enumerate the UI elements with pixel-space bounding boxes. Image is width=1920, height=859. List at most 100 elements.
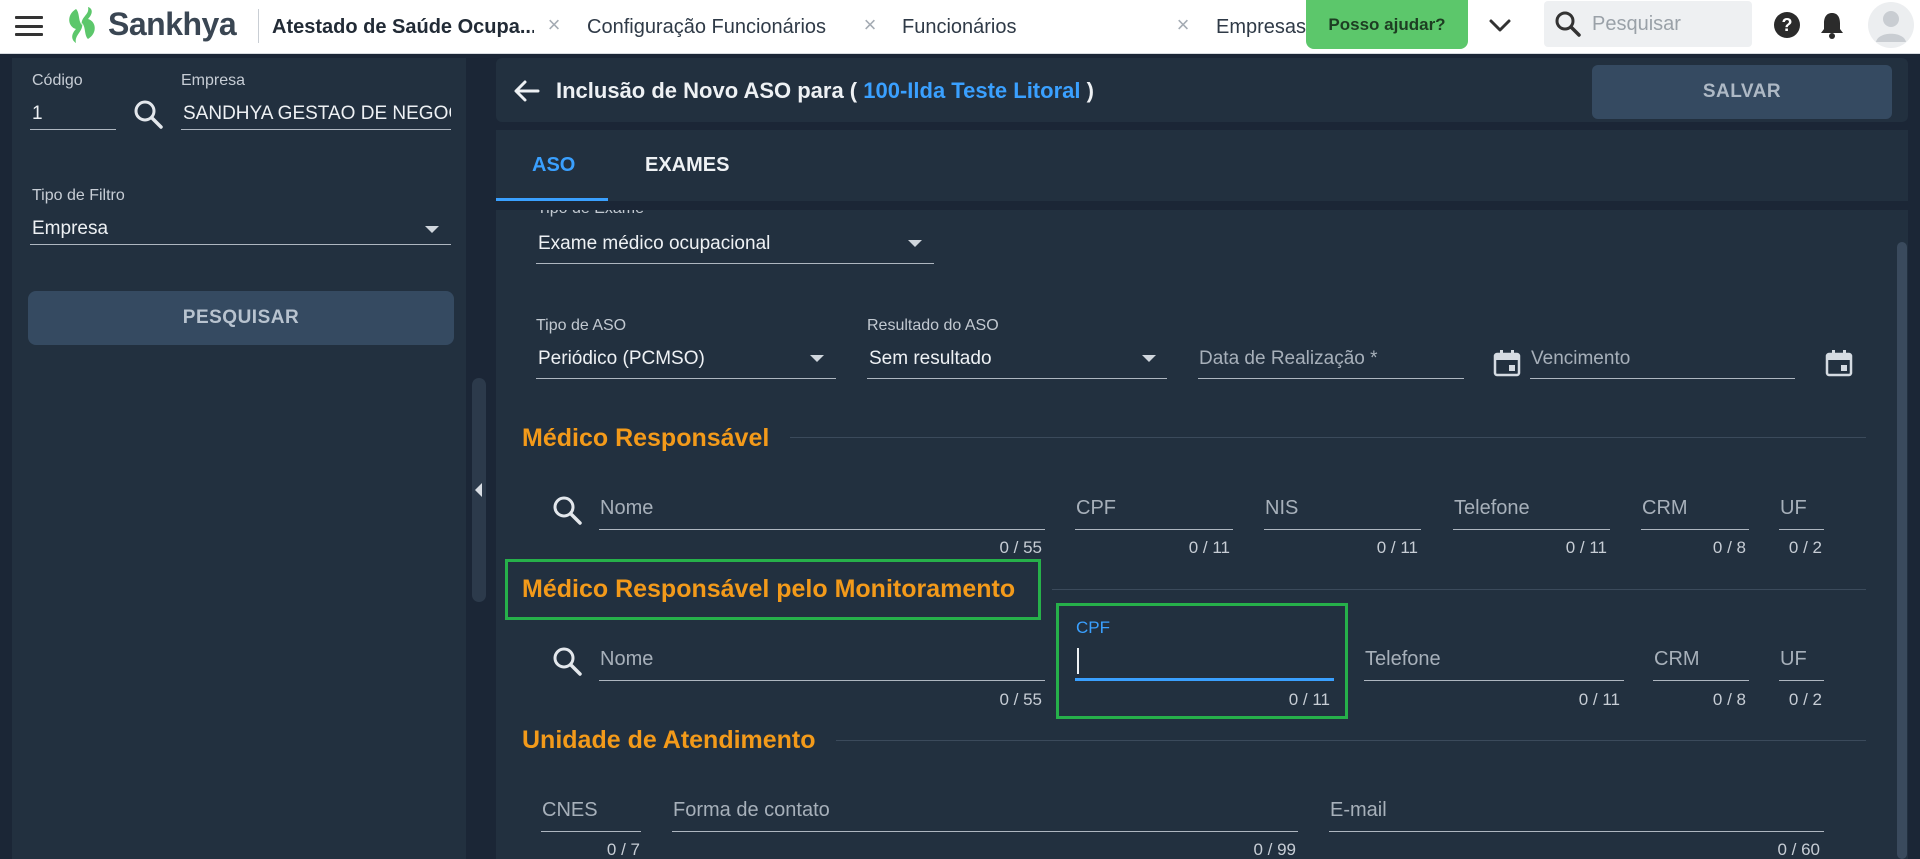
- cnes-counter: 0 / 7: [606, 840, 640, 859]
- salvar-button[interactable]: SALVAR: [1592, 65, 1892, 119]
- dropdown-arrow-icon[interactable]: [810, 355, 824, 362]
- filter-panel: Código 1 Empresa SANDHYA GESTAO DE NEGOC…: [12, 58, 466, 859]
- brand-name: Sankhya: [108, 6, 237, 42]
- monitoramento-uf-counter: 0 / 2: [1788, 690, 1822, 709]
- forma-contato-underline: [672, 831, 1298, 832]
- monitoramento-telefone-input[interactable]: Telefone: [1365, 648, 1441, 671]
- active-tab-indicator: [496, 198, 608, 201]
- user-avatar-icon[interactable]: [1868, 2, 1914, 48]
- search-icon[interactable]: [132, 98, 164, 130]
- medico-uf-input[interactable]: UF: [1780, 497, 1807, 520]
- tab-exames[interactable]: EXAMES: [645, 130, 729, 201]
- email-counter: 0 / 60: [1777, 840, 1820, 859]
- tipo-aso-label: Tipo de ASO: [536, 317, 627, 334]
- search-icon: [1555, 11, 1581, 37]
- monitoramento-crm-counter: 0 / 8: [1712, 690, 1746, 709]
- back-arrow-icon[interactable]: [512, 76, 542, 106]
- medico-nome-counter: 0 / 55: [999, 538, 1042, 557]
- medico-nis-underline: [1264, 529, 1421, 530]
- close-tab-icon[interactable]: ×: [543, 14, 565, 36]
- codigo-input[interactable]: 1: [30, 103, 116, 130]
- monitoramento-uf-input[interactable]: UF: [1780, 648, 1807, 671]
- empresa-input[interactable]: SANDHYA GESTAO DE NEGOC: [181, 103, 451, 130]
- cnes-underline: [541, 831, 641, 832]
- medico-cpf-input[interactable]: CPF: [1076, 497, 1116, 520]
- medico-crm-input[interactable]: CRM: [1642, 497, 1688, 520]
- section-divider: [836, 740, 1866, 741]
- resultado-aso-underline: [867, 378, 1167, 379]
- aso-form: [496, 210, 1908, 859]
- tipo-filtro-label: Tipo de Filtro: [32, 187, 125, 204]
- pesquisar-button[interactable]: PESQUISAR: [28, 291, 454, 345]
- medico-cpf-underline: [1075, 529, 1233, 530]
- text-cursor: [1077, 648, 1079, 674]
- data-realizacao-underline: [1198, 378, 1464, 379]
- dropdown-arrow-icon[interactable]: [1142, 355, 1156, 362]
- help-icon[interactable]: ?: [1772, 10, 1802, 40]
- tab-atestado[interactable]: Atestado de Saúde Ocupa...: [272, 0, 534, 54]
- medico-uf-counter: 0 / 2: [1788, 538, 1822, 557]
- monitoramento-cpf-counter: 0 / 11: [1288, 690, 1330, 709]
- forma-contato-input[interactable]: Forma de contato: [673, 799, 830, 822]
- tipo-filtro-select[interactable]: Empresa: [30, 218, 451, 245]
- data-realizacao-input[interactable]: Data de Realização *: [1199, 348, 1378, 370]
- tipo-exame-label-clip: Tipo de Exame: [537, 210, 937, 224]
- resultado-aso-select[interactable]: Sem resultado: [869, 348, 992, 370]
- section-divider: [1052, 589, 1866, 590]
- tipo-exame-label: Tipo de Exame: [537, 210, 644, 218]
- monitoramento-nome-underline: [599, 680, 1045, 681]
- close-tab-icon[interactable]: ×: [1172, 14, 1194, 36]
- title-prefix: Inclusão de Novo ASO para (: [556, 78, 858, 103]
- help-button[interactable]: Posso ajudar?: [1306, 0, 1468, 49]
- vencimento-underline: [1530, 378, 1795, 379]
- monitoramento-cpf-input[interactable]: [1075, 678, 1334, 681]
- monitoramento-telefone-underline: [1364, 680, 1624, 681]
- chevron-down-icon[interactable]: [1486, 12, 1514, 40]
- forma-contato-counter: 0 / 99: [1253, 840, 1296, 859]
- tipo-exame-underline: [536, 263, 934, 264]
- dropdown-arrow-icon[interactable]: [425, 226, 439, 233]
- medico-nis-counter: 0 / 11: [1376, 538, 1418, 557]
- search-icon[interactable]: [551, 645, 583, 677]
- tab-aso[interactable]: ASO: [532, 130, 575, 201]
- dropdown-arrow-icon[interactable]: [908, 240, 922, 247]
- tab-configuracao-funcionarios[interactable]: Configuração Funcionários: [587, 0, 847, 54]
- top-bar: Sankhya Atestado de Saúde Ocupa... × Con…: [0, 0, 1920, 54]
- tipo-aso-select[interactable]: Periódico (PCMSO): [538, 348, 705, 370]
- global-search[interactable]: [1544, 1, 1752, 47]
- section-unidade-atendimento: Unidade de Atendimento: [522, 726, 816, 754]
- vencimento-input[interactable]: Vencimento: [1531, 348, 1630, 370]
- cnes-input[interactable]: CNES: [542, 799, 598, 822]
- calendar-icon[interactable]: [1492, 348, 1522, 378]
- medico-telefone-input[interactable]: Telefone: [1454, 497, 1530, 520]
- email-underline: [1329, 831, 1824, 832]
- medico-nome-input[interactable]: Nome: [600, 497, 653, 520]
- tab-empresas[interactable]: Empresas: [1216, 0, 1308, 54]
- email-input[interactable]: E-mail: [1330, 799, 1387, 822]
- bell-icon[interactable]: [1817, 10, 1847, 40]
- search-icon[interactable]: [551, 494, 583, 526]
- tab-funcionarios[interactable]: Funcionários: [902, 0, 1162, 54]
- page-title: Inclusão de Novo ASO para ( 100-Ilda Tes…: [556, 78, 1094, 104]
- medico-telefone-underline: [1453, 529, 1610, 530]
- monitoramento-telefone-counter: 0 / 11: [1578, 690, 1620, 709]
- monitoramento-nome-input[interactable]: Nome: [600, 648, 653, 671]
- employee-link[interactable]: 100-Ilda Teste Litoral: [863, 78, 1080, 103]
- section-medico-responsavel: Médico Responsável: [522, 424, 770, 452]
- medico-nome-underline: [599, 529, 1045, 530]
- medico-telefone-counter: 0 / 11: [1565, 538, 1607, 557]
- title-suffix: ): [1086, 78, 1094, 103]
- scrollbar-thumb[interactable]: [1897, 242, 1907, 859]
- collapse-panel-icon[interactable]: [475, 483, 482, 497]
- menu-icon[interactable]: [14, 14, 44, 38]
- global-search-input[interactable]: [1592, 12, 1742, 36]
- section-divider: [790, 437, 1866, 438]
- tab-divider: [258, 9, 259, 43]
- close-tab-icon[interactable]: ×: [859, 14, 881, 36]
- tipo-exame-select[interactable]: Exame médico ocupacional: [538, 233, 770, 255]
- codigo-label: Código: [32, 72, 83, 89]
- monitoramento-crm-input[interactable]: CRM: [1654, 648, 1700, 671]
- medico-crm-underline: [1641, 529, 1749, 530]
- calendar-icon[interactable]: [1824, 348, 1854, 378]
- medico-nis-input[interactable]: NIS: [1265, 497, 1298, 520]
